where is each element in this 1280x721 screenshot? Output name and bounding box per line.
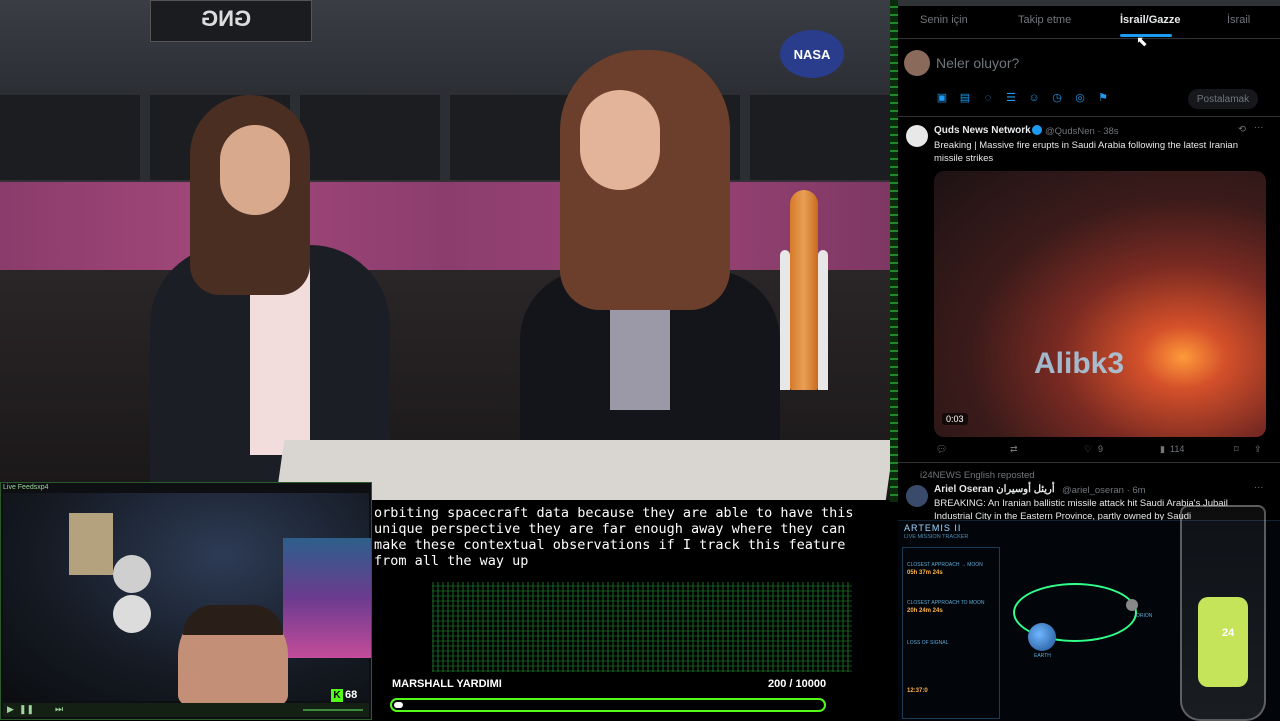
repost-icon[interactable]: ⇄	[1010, 444, 1018, 455]
glass-number: 24	[1222, 627, 1235, 639]
webcam-title: Live Feedsxp4	[3, 484, 49, 491]
flag-icon[interactable]: ⚑	[1097, 92, 1109, 104]
tab-israil[interactable]: İsrail	[1227, 14, 1250, 26]
main-video: GNG NASA	[0, 0, 890, 500]
tracker-title: ARTEMIS II	[904, 523, 962, 533]
tweet-handle[interactable]: @ariel_oseran · 6m	[1062, 485, 1146, 496]
tweet-text: Breaking | Massive fire erupts in Saudi …	[934, 140, 1238, 151]
tab-takip-etme[interactable]: Takip etme	[1018, 14, 1071, 26]
matrix-edge	[890, 0, 898, 520]
tweet-author[interactable]: Quds News Network	[934, 125, 1031, 136]
post-button[interactable]: Postalamak	[1188, 89, 1258, 109]
glass-sticker	[1198, 597, 1248, 687]
tracker-value: 05h 37m 24s	[907, 570, 943, 576]
more-icon[interactable]: ···	[1254, 122, 1264, 133]
tracker-value: 20h 24m 24s	[907, 608, 943, 614]
emoji-icon[interactable]: ☺	[1028, 92, 1040, 104]
qudsnen-avatar[interactable]	[906, 125, 928, 147]
moon-icon	[1126, 599, 1138, 611]
subtitle-line: unique perspective they are far enough a…	[374, 521, 846, 537]
skull-sign	[113, 555, 151, 593]
views-icon[interactable]: ▮	[1160, 444, 1165, 455]
goal-count: 200 / 10000	[768, 678, 827, 690]
subtitle-line: orbiting spacecraft data because they ar…	[374, 505, 854, 521]
tab-israil-gazze[interactable]: İsrail/Gazze	[1120, 14, 1181, 26]
host-right-face	[580, 90, 660, 190]
video-watermark: GNG	[201, 6, 252, 31]
goal-progress-bar	[390, 698, 826, 712]
grok-icon[interactable]: ⟲	[1238, 124, 1246, 135]
divider	[898, 462, 1280, 463]
beer-glass-overlay	[1180, 505, 1266, 721]
tab-senin-icin[interactable]: Senin için	[920, 14, 968, 26]
volume-slider[interactable]	[303, 709, 363, 711]
overhead-screen: GNG	[150, 0, 312, 42]
streamer-hair	[183, 605, 283, 635]
mouse-cursor-icon: ⬉	[1136, 33, 1148, 49]
webcam-controls[interactable]: ▶ ❚❚ ⏭	[3, 703, 369, 717]
subtitle-area: orbiting spacecraft data because they ar…	[372, 502, 898, 720]
panel-top-bar	[898, 0, 1280, 6]
tracker-info-panel: CLOSEST APPROACH → MOON 05h 37m 24s CLOS…	[902, 547, 1000, 719]
location-icon[interactable]: ◎	[1074, 92, 1086, 104]
divider	[898, 116, 1280, 117]
video-duration: 0:03	[942, 413, 968, 425]
tweet-text: Industrial City in the Eastern Province,…	[934, 511, 1192, 520]
tracker-label: CLOSEST APPROACH TO MOON	[907, 600, 985, 606]
image-icon[interactable]: ▣	[936, 92, 948, 104]
equipment-shelf	[283, 538, 371, 658]
repost-label[interactable]: i24NEWS English reposted	[920, 470, 1035, 481]
subtitle-line: from all the way up	[374, 553, 529, 569]
webcam-window[interactable]: Live Feedsxp4 K 68 ▶ ❚❚ ⏭	[0, 482, 372, 720]
bookmark-icon[interactable]: ⌑	[1234, 444, 1239, 455]
user-avatar[interactable]	[904, 50, 930, 76]
goal-progress-fill	[394, 702, 403, 708]
kick-icon: K	[331, 689, 343, 702]
orion-label: ORION	[1136, 613, 1153, 619]
wall-poster	[69, 513, 113, 575]
tweet-handle[interactable]: @QudsNen · 38s	[1045, 126, 1119, 137]
webcam-feed: K 68	[3, 493, 371, 705]
ariel-avatar[interactable]	[906, 485, 928, 507]
tweet-author[interactable]: Ariel Oseran أريئل أوسيران	[934, 484, 1055, 495]
more-icon[interactable]: ···	[1254, 482, 1264, 493]
earth-label: EARTH	[1034, 653, 1051, 659]
views-count: 114	[1170, 444, 1185, 454]
compose-input[interactable]: Neler oluyor?	[936, 55, 1019, 71]
tracker-subtitle: LIVE MISSION TRACKER	[904, 534, 969, 540]
host-left-face	[220, 125, 290, 215]
media-watermark: Alibk3	[1034, 347, 1125, 380]
badge-sign	[113, 595, 151, 633]
grok-icon[interactable]: ◌	[982, 92, 994, 104]
play-icon[interactable]: ▶	[7, 704, 14, 715]
twitter-panel: Senin için Takip etme İsrail/Gazze İsrai…	[898, 0, 1280, 520]
gif-icon[interactable]: ▤	[959, 92, 971, 104]
kick-viewer-count: 68	[345, 689, 358, 701]
schedule-icon[interactable]: ◷	[1051, 92, 1063, 104]
list-icon[interactable]: ☰	[1005, 92, 1017, 104]
tracker-label: LOSS OF SIGNAL	[907, 640, 949, 646]
share-icon[interactable]: ⇪	[1254, 444, 1262, 455]
goal-label: MARSHALL YARDIMI	[392, 678, 502, 690]
verified-icon	[1032, 125, 1042, 135]
host-right	[520, 50, 800, 500]
tracker-value: 12:37:0	[907, 688, 928, 694]
earth-icon	[1028, 623, 1056, 651]
tweet-text: missile strikes	[934, 153, 994, 164]
subtitle-line: make these contextual observations if I …	[374, 537, 846, 553]
pause-icon[interactable]: ❚❚	[19, 704, 34, 715]
tweet-video[interactable]: Alibk3 0:03	[934, 171, 1266, 437]
reply-icon[interactable]: 💬︎	[936, 444, 947, 455]
matrix-rain	[432, 582, 852, 672]
like-count: 9	[1098, 444, 1104, 454]
like-icon[interactable]: ♡	[1084, 444, 1092, 455]
rocket-booster-right	[818, 250, 828, 390]
divider	[898, 38, 1280, 39]
tracker-label: CLOSEST APPROACH → MOON	[907, 562, 983, 568]
next-icon[interactable]: ⏭	[55, 704, 63, 715]
